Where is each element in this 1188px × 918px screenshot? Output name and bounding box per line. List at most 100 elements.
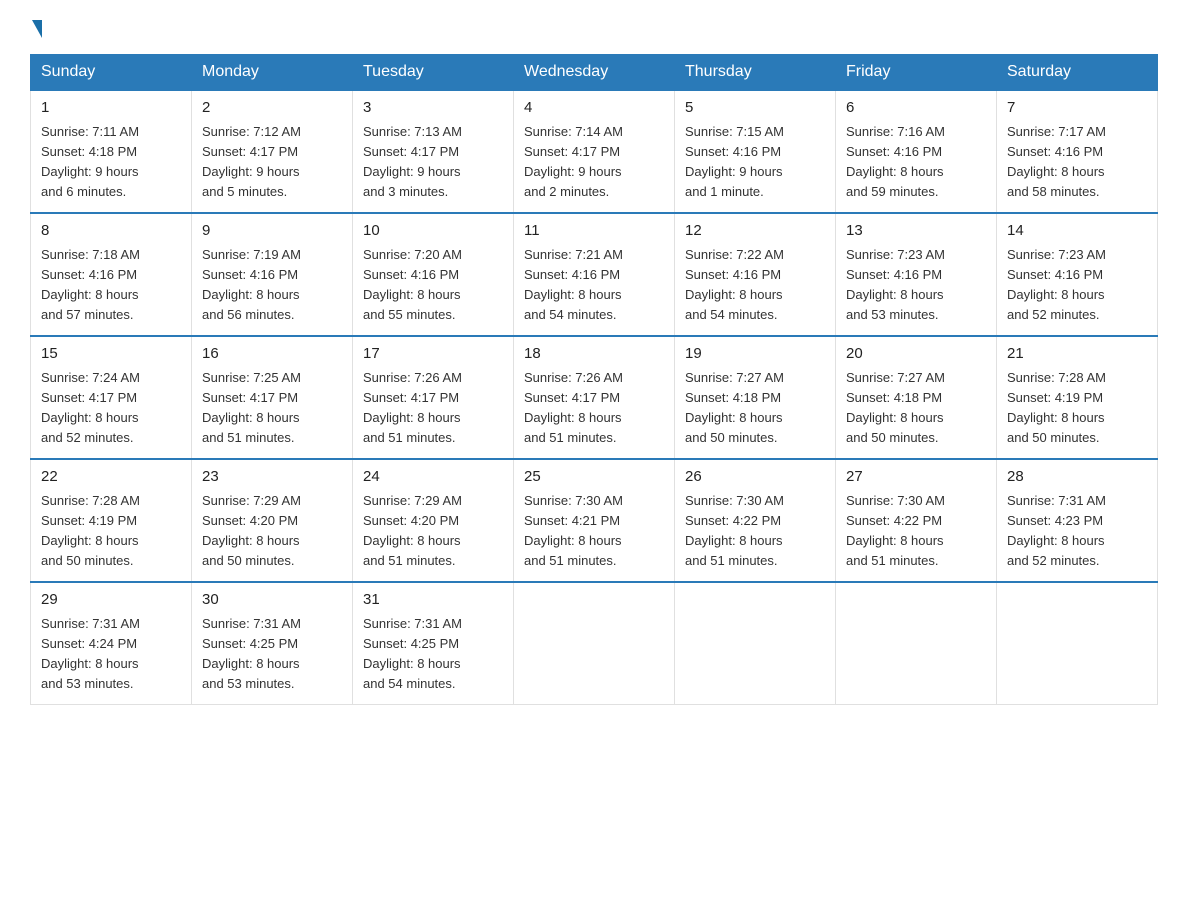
calendar-cell: 20 Sunrise: 7:27 AMSunset: 4:18 PMDaylig… — [836, 336, 997, 459]
day-info: Sunrise: 7:17 AMSunset: 4:16 PMDaylight:… — [1007, 122, 1147, 203]
calendar-cell: 29 Sunrise: 7:31 AMSunset: 4:24 PMDaylig… — [31, 582, 192, 705]
day-number: 3 — [363, 97, 503, 120]
day-info: Sunrise: 7:30 AMSunset: 4:22 PMDaylight:… — [846, 491, 986, 572]
day-info: Sunrise: 7:27 AMSunset: 4:18 PMDaylight:… — [846, 368, 986, 449]
weekday-header-tuesday: Tuesday — [353, 55, 514, 91]
calendar-cell: 25 Sunrise: 7:30 AMSunset: 4:21 PMDaylig… — [514, 459, 675, 582]
day-info: Sunrise: 7:11 AMSunset: 4:18 PMDaylight:… — [41, 122, 181, 203]
calendar-cell: 13 Sunrise: 7:23 AMSunset: 4:16 PMDaylig… — [836, 213, 997, 336]
day-number: 16 — [202, 343, 342, 366]
calendar-cell: 4 Sunrise: 7:14 AMSunset: 4:17 PMDayligh… — [514, 90, 675, 213]
day-number: 27 — [846, 466, 986, 489]
calendar-cell: 21 Sunrise: 7:28 AMSunset: 4:19 PMDaylig… — [997, 336, 1158, 459]
calendar-cell: 8 Sunrise: 7:18 AMSunset: 4:16 PMDayligh… — [31, 213, 192, 336]
day-info: Sunrise: 7:14 AMSunset: 4:17 PMDaylight:… — [524, 122, 664, 203]
calendar-cell: 1 Sunrise: 7:11 AMSunset: 4:18 PMDayligh… — [31, 90, 192, 213]
calendar-cell: 19 Sunrise: 7:27 AMSunset: 4:18 PMDaylig… — [675, 336, 836, 459]
weekday-header-row: SundayMondayTuesdayWednesdayThursdayFrid… — [31, 55, 1158, 91]
day-number: 7 — [1007, 97, 1147, 120]
day-info: Sunrise: 7:28 AMSunset: 4:19 PMDaylight:… — [41, 491, 181, 572]
day-info: Sunrise: 7:31 AMSunset: 4:24 PMDaylight:… — [41, 614, 181, 695]
calendar-week-row: 8 Sunrise: 7:18 AMSunset: 4:16 PMDayligh… — [31, 213, 1158, 336]
calendar-week-row: 22 Sunrise: 7:28 AMSunset: 4:19 PMDaylig… — [31, 459, 1158, 582]
day-info: Sunrise: 7:31 AMSunset: 4:23 PMDaylight:… — [1007, 491, 1147, 572]
calendar-week-row: 1 Sunrise: 7:11 AMSunset: 4:18 PMDayligh… — [31, 90, 1158, 213]
calendar-week-row: 29 Sunrise: 7:31 AMSunset: 4:24 PMDaylig… — [31, 582, 1158, 705]
day-number: 11 — [524, 220, 664, 243]
day-info: Sunrise: 7:31 AMSunset: 4:25 PMDaylight:… — [202, 614, 342, 695]
day-number: 15 — [41, 343, 181, 366]
calendar-cell — [514, 582, 675, 705]
day-info: Sunrise: 7:16 AMSunset: 4:16 PMDaylight:… — [846, 122, 986, 203]
day-number: 26 — [685, 466, 825, 489]
day-info: Sunrise: 7:18 AMSunset: 4:16 PMDaylight:… — [41, 245, 181, 326]
day-number: 22 — [41, 466, 181, 489]
day-number: 28 — [1007, 466, 1147, 489]
day-info: Sunrise: 7:29 AMSunset: 4:20 PMDaylight:… — [363, 491, 503, 572]
logo-blue-part — [30, 20, 45, 38]
day-number: 9 — [202, 220, 342, 243]
calendar-cell: 31 Sunrise: 7:31 AMSunset: 4:25 PMDaylig… — [353, 582, 514, 705]
day-number: 6 — [846, 97, 986, 120]
calendar-cell: 2 Sunrise: 7:12 AMSunset: 4:17 PMDayligh… — [192, 90, 353, 213]
calendar-cell: 14 Sunrise: 7:23 AMSunset: 4:16 PMDaylig… — [997, 213, 1158, 336]
day-info: Sunrise: 7:27 AMSunset: 4:18 PMDaylight:… — [685, 368, 825, 449]
page-header — [30, 20, 1158, 38]
day-info: Sunrise: 7:22 AMSunset: 4:16 PMDaylight:… — [685, 245, 825, 326]
calendar-cell: 16 Sunrise: 7:25 AMSunset: 4:17 PMDaylig… — [192, 336, 353, 459]
weekday-header-monday: Monday — [192, 55, 353, 91]
day-info: Sunrise: 7:24 AMSunset: 4:17 PMDaylight:… — [41, 368, 181, 449]
day-info: Sunrise: 7:26 AMSunset: 4:17 PMDaylight:… — [524, 368, 664, 449]
day-info: Sunrise: 7:23 AMSunset: 4:16 PMDaylight:… — [846, 245, 986, 326]
calendar-cell: 26 Sunrise: 7:30 AMSunset: 4:22 PMDaylig… — [675, 459, 836, 582]
weekday-header-wednesday: Wednesday — [514, 55, 675, 91]
day-info: Sunrise: 7:19 AMSunset: 4:16 PMDaylight:… — [202, 245, 342, 326]
day-info: Sunrise: 7:29 AMSunset: 4:20 PMDaylight:… — [202, 491, 342, 572]
calendar-cell: 7 Sunrise: 7:17 AMSunset: 4:16 PMDayligh… — [997, 90, 1158, 213]
day-info: Sunrise: 7:13 AMSunset: 4:17 PMDaylight:… — [363, 122, 503, 203]
calendar-cell: 15 Sunrise: 7:24 AMSunset: 4:17 PMDaylig… — [31, 336, 192, 459]
day-number: 29 — [41, 589, 181, 612]
day-info: Sunrise: 7:31 AMSunset: 4:25 PMDaylight:… — [363, 614, 503, 695]
day-number: 18 — [524, 343, 664, 366]
calendar-cell — [836, 582, 997, 705]
logo-triangle-icon — [32, 20, 42, 38]
calendar-cell: 28 Sunrise: 7:31 AMSunset: 4:23 PMDaylig… — [997, 459, 1158, 582]
calendar-table: SundayMondayTuesdayWednesdayThursdayFrid… — [30, 54, 1158, 705]
day-number: 24 — [363, 466, 503, 489]
calendar-cell: 10 Sunrise: 7:20 AMSunset: 4:16 PMDaylig… — [353, 213, 514, 336]
calendar-cell — [675, 582, 836, 705]
day-info: Sunrise: 7:30 AMSunset: 4:22 PMDaylight:… — [685, 491, 825, 572]
calendar-cell: 24 Sunrise: 7:29 AMSunset: 4:20 PMDaylig… — [353, 459, 514, 582]
calendar-cell: 11 Sunrise: 7:21 AMSunset: 4:16 PMDaylig… — [514, 213, 675, 336]
weekday-header-friday: Friday — [836, 55, 997, 91]
day-info: Sunrise: 7:21 AMSunset: 4:16 PMDaylight:… — [524, 245, 664, 326]
day-info: Sunrise: 7:15 AMSunset: 4:16 PMDaylight:… — [685, 122, 825, 203]
calendar-week-row: 15 Sunrise: 7:24 AMSunset: 4:17 PMDaylig… — [31, 336, 1158, 459]
day-number: 25 — [524, 466, 664, 489]
day-info: Sunrise: 7:28 AMSunset: 4:19 PMDaylight:… — [1007, 368, 1147, 449]
day-number: 23 — [202, 466, 342, 489]
day-number: 5 — [685, 97, 825, 120]
calendar-cell: 23 Sunrise: 7:29 AMSunset: 4:20 PMDaylig… — [192, 459, 353, 582]
day-number: 1 — [41, 97, 181, 120]
day-number: 14 — [1007, 220, 1147, 243]
day-info: Sunrise: 7:12 AMSunset: 4:17 PMDaylight:… — [202, 122, 342, 203]
calendar-cell — [997, 582, 1158, 705]
calendar-cell: 5 Sunrise: 7:15 AMSunset: 4:16 PMDayligh… — [675, 90, 836, 213]
logo — [30, 20, 45, 38]
calendar-cell: 22 Sunrise: 7:28 AMSunset: 4:19 PMDaylig… — [31, 459, 192, 582]
day-number: 13 — [846, 220, 986, 243]
calendar-cell: 27 Sunrise: 7:30 AMSunset: 4:22 PMDaylig… — [836, 459, 997, 582]
calendar-cell: 6 Sunrise: 7:16 AMSunset: 4:16 PMDayligh… — [836, 90, 997, 213]
day-number: 12 — [685, 220, 825, 243]
weekday-header-sunday: Sunday — [31, 55, 192, 91]
day-number: 21 — [1007, 343, 1147, 366]
day-info: Sunrise: 7:23 AMSunset: 4:16 PMDaylight:… — [1007, 245, 1147, 326]
day-info: Sunrise: 7:26 AMSunset: 4:17 PMDaylight:… — [363, 368, 503, 449]
day-number: 20 — [846, 343, 986, 366]
weekday-header-thursday: Thursday — [675, 55, 836, 91]
day-info: Sunrise: 7:25 AMSunset: 4:17 PMDaylight:… — [202, 368, 342, 449]
day-number: 17 — [363, 343, 503, 366]
calendar-cell: 18 Sunrise: 7:26 AMSunset: 4:17 PMDaylig… — [514, 336, 675, 459]
